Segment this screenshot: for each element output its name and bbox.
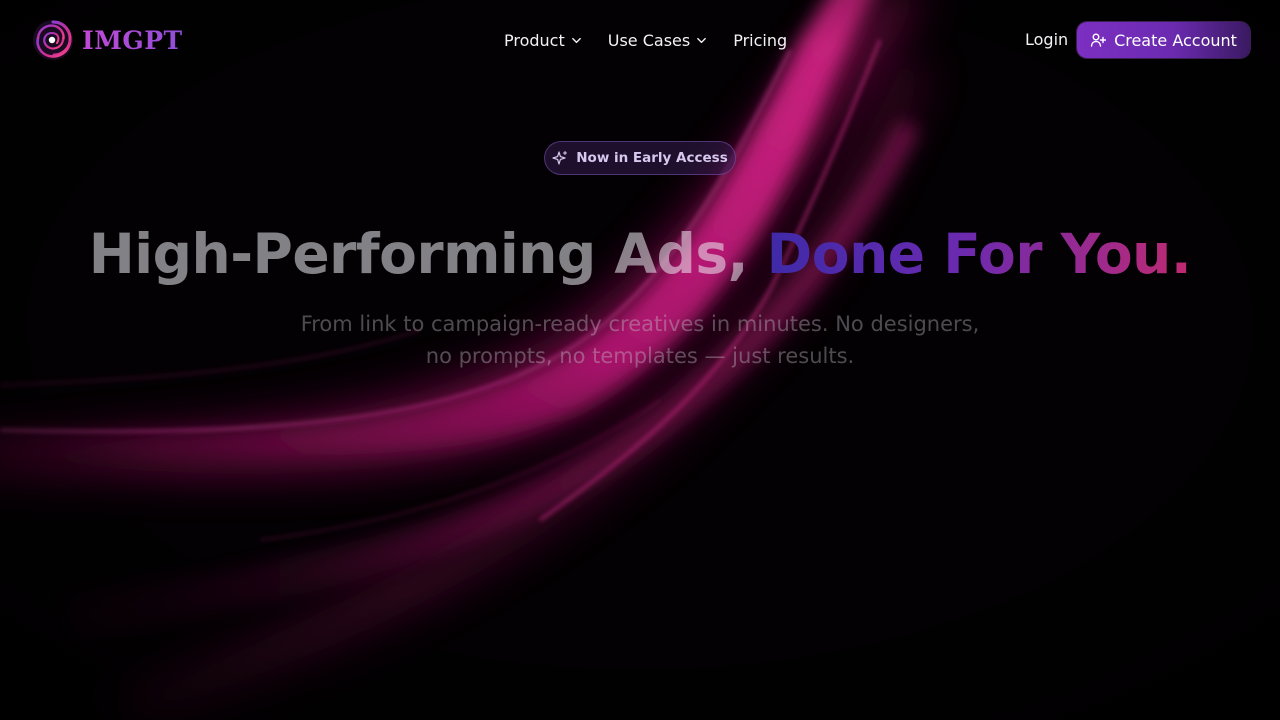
chevron-down-icon [697,37,707,43]
nav-product[interactable]: Product [504,28,582,52]
headline-part-2: Done For You. [766,222,1192,286]
create-account-button[interactable]: Create Account [1077,22,1250,58]
early-access-badge: Now in Early Access [544,141,736,175]
hero-subtitle: From link to campaign-ready creatives in… [240,308,1040,372]
brand-logo[interactable]: IMGPT [32,19,183,61]
login-link[interactable]: Login [1025,30,1068,49]
sparkles-icon [552,150,568,165]
nav-use-cases[interactable]: Use Cases [608,28,707,52]
brand-name: IMGPT [82,25,183,55]
chevron-down-icon [571,37,581,43]
landing-page: IMGPT Product Use Cases Pricing Login Cr… [0,0,1280,720]
headline-part-1: High-Performing Ads, [88,222,749,286]
hero-headline: High-Performing Ads, Done For You. [0,222,1280,286]
top-navbar: IMGPT Product Use Cases Pricing Login Cr… [0,0,1280,80]
create-account-label: Create Account [1114,30,1237,50]
nav-pricing[interactable]: Pricing [733,28,787,52]
swirl-logo-icon [33,20,73,60]
badge-label: Now in Early Access [576,150,728,166]
subtitle-line-1: From link to campaign-ready creatives in… [300,312,980,336]
nav-use-cases-label: Use Cases [607,30,691,50]
subtitle-line-2: no prompts, no templates — just results. [425,344,855,368]
nav-links: Product Use Cases Pricing [504,28,787,52]
nav-product-label: Product [504,30,565,50]
user-plus-icon [1090,33,1107,47]
nav-pricing-label: Pricing [733,30,788,50]
